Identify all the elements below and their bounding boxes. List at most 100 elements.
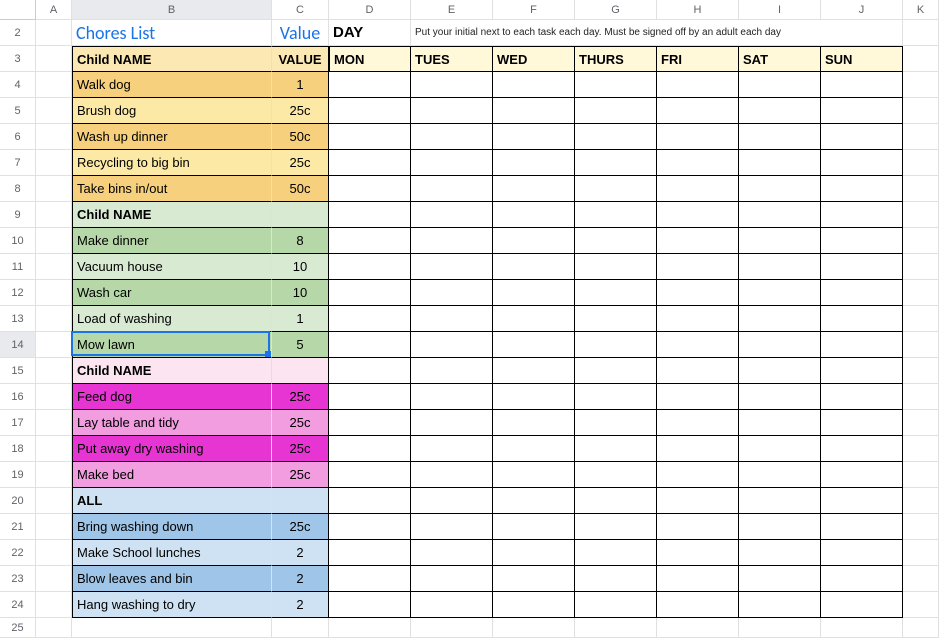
page-title[interactable]: Chores List bbox=[72, 20, 272, 46]
col-header-G[interactable]: G bbox=[575, 0, 657, 20]
task-cell[interactable]: Put away dry washing bbox=[72, 436, 272, 462]
col-header-C[interactable]: C bbox=[272, 0, 329, 20]
day-cell[interactable] bbox=[657, 280, 739, 306]
cell-K9[interactable] bbox=[903, 202, 939, 228]
value-cell[interactable]: 2 bbox=[272, 566, 329, 592]
cell-A25[interactable] bbox=[36, 618, 72, 638]
task-cell[interactable]: Load of washing bbox=[72, 306, 272, 332]
cell-K10[interactable] bbox=[903, 228, 939, 254]
cell-G25[interactable] bbox=[575, 618, 657, 638]
day-cell[interactable] bbox=[329, 384, 411, 410]
row-header-4[interactable]: 4 bbox=[0, 72, 36, 98]
value-cell[interactable] bbox=[272, 488, 329, 514]
day-cell[interactable] bbox=[657, 124, 739, 150]
day-header-tues[interactable]: TUES bbox=[411, 46, 493, 72]
cell-K15[interactable] bbox=[903, 358, 939, 384]
day-cell[interactable] bbox=[575, 566, 657, 592]
day-cell[interactable] bbox=[493, 436, 575, 462]
day-cell[interactable] bbox=[329, 592, 411, 618]
cell-A13[interactable] bbox=[36, 306, 72, 332]
day-cell[interactable] bbox=[329, 98, 411, 124]
day-cell[interactable] bbox=[329, 462, 411, 488]
day-cell[interactable] bbox=[329, 72, 411, 98]
cell-K25[interactable] bbox=[903, 618, 939, 638]
day-cell[interactable] bbox=[739, 540, 821, 566]
day-cell[interactable] bbox=[575, 462, 657, 488]
cell-A22[interactable] bbox=[36, 540, 72, 566]
row-header-13[interactable]: 13 bbox=[0, 306, 36, 332]
day-cell[interactable] bbox=[575, 436, 657, 462]
day-cell[interactable] bbox=[821, 72, 903, 98]
cell-A24[interactable] bbox=[36, 592, 72, 618]
row-header-5[interactable]: 5 bbox=[0, 98, 36, 124]
day-cell[interactable] bbox=[493, 410, 575, 436]
task-cell[interactable]: Make dinner bbox=[72, 228, 272, 254]
task-cell[interactable]: Hang washing to dry bbox=[72, 592, 272, 618]
day-cell[interactable] bbox=[821, 436, 903, 462]
day-cell[interactable] bbox=[657, 358, 739, 384]
day-cell[interactable] bbox=[821, 540, 903, 566]
row-header-8[interactable]: 8 bbox=[0, 176, 36, 202]
cell-A4[interactable] bbox=[36, 72, 72, 98]
day-cell[interactable] bbox=[657, 228, 739, 254]
cell-A6[interactable] bbox=[36, 124, 72, 150]
value-cell[interactable]: 5 bbox=[272, 332, 329, 358]
value-header[interactable]: VALUE bbox=[272, 46, 329, 72]
cell-A7[interactable] bbox=[36, 150, 72, 176]
value-cell[interactable]: 10 bbox=[272, 280, 329, 306]
day-cell[interactable] bbox=[329, 488, 411, 514]
row-header-16[interactable]: 16 bbox=[0, 384, 36, 410]
day-cell[interactable] bbox=[493, 384, 575, 410]
cell-K17[interactable] bbox=[903, 410, 939, 436]
cell-K5[interactable] bbox=[903, 98, 939, 124]
day-cell[interactable] bbox=[411, 410, 493, 436]
day-cell[interactable] bbox=[657, 540, 739, 566]
task-cell[interactable]: Vacuum house bbox=[72, 254, 272, 280]
day-cell[interactable] bbox=[411, 202, 493, 228]
cell-A20[interactable] bbox=[36, 488, 72, 514]
task-cell[interactable]: Make School lunches bbox=[72, 540, 272, 566]
day-cell[interactable] bbox=[329, 566, 411, 592]
day-cell[interactable] bbox=[821, 280, 903, 306]
cell-A8[interactable] bbox=[36, 176, 72, 202]
day-cell[interactable] bbox=[411, 176, 493, 202]
day-cell[interactable] bbox=[493, 150, 575, 176]
day-cell[interactable] bbox=[411, 254, 493, 280]
col-header-I[interactable]: I bbox=[739, 0, 821, 20]
cell-K16[interactable] bbox=[903, 384, 939, 410]
day-cell[interactable] bbox=[575, 488, 657, 514]
cell-A2[interactable] bbox=[36, 20, 72, 46]
day-cell[interactable] bbox=[739, 124, 821, 150]
value-title[interactable]: Value bbox=[272, 20, 329, 46]
day-cell[interactable] bbox=[329, 540, 411, 566]
task-cell[interactable]: Blow leaves and bin bbox=[72, 566, 272, 592]
day-cell[interactable] bbox=[739, 566, 821, 592]
row-header-7[interactable]: 7 bbox=[0, 150, 36, 176]
day-cell[interactable] bbox=[411, 72, 493, 98]
day-cell[interactable] bbox=[821, 592, 903, 618]
day-cell[interactable] bbox=[739, 384, 821, 410]
col-header-J[interactable]: J bbox=[821, 0, 903, 20]
child-name-header-2[interactable]: Child NAME bbox=[72, 202, 272, 228]
day-cell[interactable] bbox=[821, 124, 903, 150]
day-cell[interactable] bbox=[493, 592, 575, 618]
day-cell[interactable] bbox=[411, 358, 493, 384]
row-header-12[interactable]: 12 bbox=[0, 280, 36, 306]
value-cell[interactable]: 25c bbox=[272, 410, 329, 436]
day-cell[interactable] bbox=[329, 514, 411, 540]
day-cell[interactable] bbox=[739, 202, 821, 228]
cell-K21[interactable] bbox=[903, 514, 939, 540]
day-cell[interactable] bbox=[493, 306, 575, 332]
day-cell[interactable] bbox=[411, 228, 493, 254]
day-cell[interactable] bbox=[657, 514, 739, 540]
row-header-3[interactable]: 3 bbox=[0, 46, 36, 72]
task-cell[interactable]: Lay table and tidy bbox=[72, 410, 272, 436]
selected-cell[interactable]: Mow lawn bbox=[72, 332, 272, 358]
day-cell[interactable] bbox=[329, 410, 411, 436]
day-cell[interactable] bbox=[575, 254, 657, 280]
day-cell[interactable] bbox=[493, 566, 575, 592]
day-cell[interactable] bbox=[411, 306, 493, 332]
cell-K7[interactable] bbox=[903, 150, 939, 176]
day-cell[interactable] bbox=[411, 514, 493, 540]
day-cell[interactable] bbox=[739, 462, 821, 488]
